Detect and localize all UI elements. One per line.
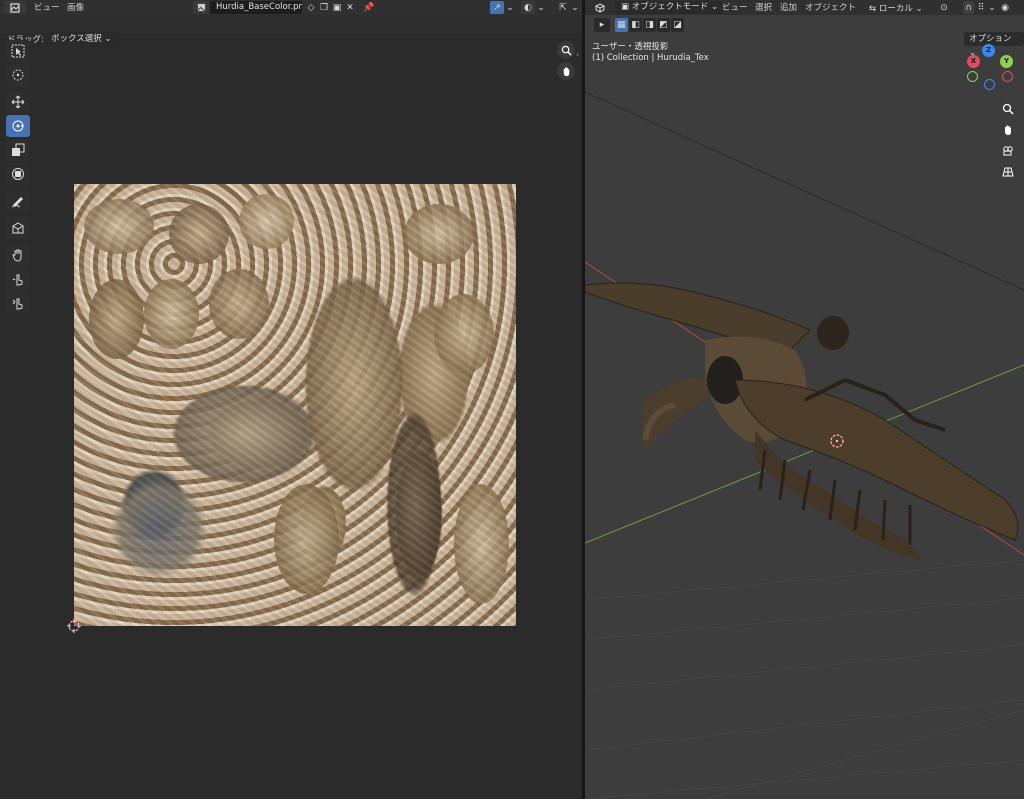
drag-mode-value: ボックス選択 [51, 34, 102, 44]
mode-select[interactable]: ▣ オブジェクトモード ⌄ [615, 1, 725, 14]
rotate-tool[interactable] [6, 115, 30, 137]
gizmo-toggle-icon[interactable]: ⇱ [556, 1, 570, 14]
display-overlays-icon[interactable]: ◐ [521, 1, 535, 14]
grab-tool[interactable] [6, 244, 30, 266]
pin-icon[interactable]: 📌 [362, 1, 376, 14]
fake-user-shield-icon[interactable]: ◇ [305, 1, 317, 14]
texture-image[interactable] [74, 184, 516, 626]
chevron-down-icon[interactable]: ⌄ [988, 1, 996, 14]
cursor-tool[interactable] [6, 64, 30, 86]
annotate-pencil-icon [11, 197, 23, 208]
menu-view[interactable]: ビュー [34, 2, 60, 14]
pivot-point-icon[interactable]: ⊙ [937, 1, 951, 14]
relax-finger-icon [12, 274, 23, 286]
rip-region-icon [12, 222, 24, 234]
drag-mode-select[interactable]: ボックス選択 ⌄ [45, 32, 118, 46]
move-icon [11, 95, 25, 109]
pan-button[interactable] [557, 62, 575, 80]
rip-region-tool[interactable] [6, 217, 30, 239]
menu-add[interactable]: 追加 [780, 2, 797, 14]
zoom-button[interactable] [557, 41, 575, 59]
gizmo-neg-y-axis[interactable] [967, 71, 978, 82]
scale-tool[interactable] [6, 139, 30, 161]
chevron-down-icon[interactable]: ⌄ [536, 1, 546, 14]
hand-pan-icon [563, 66, 569, 76]
options-label: オプション [969, 34, 1012, 44]
cursor-icon [12, 69, 24, 81]
grab-hand-icon [12, 249, 22, 262]
image-editor-icon [10, 2, 20, 13]
uv-sync-selection-icon[interactable]: ↗ [490, 1, 504, 14]
image-editor: ビュー 画像 Hurdia_BaseColor.png ◇ ❐ ▣ ✕ 📌 ↗ … [0, 0, 582, 799]
gizmo-neg-z-axis[interactable] [984, 79, 995, 90]
gizmo-x-axis[interactable]: X [967, 55, 980, 68]
move-tool[interactable] [6, 91, 30, 113]
view-projection-label: ユーザー・透視投影 [592, 42, 669, 52]
menu-object[interactable]: オブジェクト [805, 2, 856, 14]
2d-cursor-icon[interactable] [67, 619, 81, 633]
scale-icon [12, 143, 25, 156]
snap-magnet-icon[interactable]: ∩ [963, 1, 974, 14]
snap-grid-icon[interactable]: ⠿ [975, 1, 987, 14]
menu-select[interactable]: 選択 [755, 2, 772, 14]
select-intersect-icon[interactable]: ◪ [671, 18, 684, 32]
pan-button[interactable] [999, 121, 1017, 139]
perspective-toggle-button[interactable] [999, 163, 1017, 181]
duplicate-image-icon[interactable]: ❐ [318, 1, 330, 14]
mode-value: オブジェクトモード [631, 2, 709, 12]
chevron-down-icon[interactable]: ⌄ [570, 1, 580, 14]
image-browse-button[interactable] [193, 1, 209, 14]
tool-select-button[interactable]: ▸ [594, 18, 610, 32]
hurdia-model[interactable] [585, 282, 1019, 560]
zoom-button[interactable] [999, 100, 1017, 118]
3d-viewport[interactable]: ▣ オブジェクトモード ⌄ ビュー 選択 追加 オブジェクト ⇆ ローカル ⌄ … [585, 0, 1024, 799]
viewport-scene [585, 91, 1024, 799]
mode-select-icon: ▣ [621, 2, 632, 12]
hand-pan-icon [1005, 125, 1011, 135]
tool-settings-bar: ドラッグ: ボックス選択 ⌄ [0, 15, 582, 46]
viewport-header: ▣ オブジェクトモード ⌄ ビュー 選択 追加 オブジェクト ⇆ ローカル ⌄ … [585, 0, 1024, 15]
camera-view-button[interactable] [999, 142, 1017, 160]
collection-label: (1) Collection | Hurudia_Tex [592, 53, 709, 63]
gizmo-z-axis[interactable]: Z [982, 44, 995, 57]
menu-image[interactable]: 画像 [67, 2, 84, 14]
transform-icon [12, 168, 24, 180]
orientation-icon: ⇆ [869, 4, 879, 14]
select-new-icon[interactable]: ▦ [615, 18, 628, 32]
orientation-value: ローカル [878, 4, 913, 14]
image-editor-header: ビュー 画像 Hurdia_BaseColor.png ◇ ❐ ▣ ✕ 📌 ↗ … [0, 0, 582, 15]
gizmo-y-axis[interactable]: Y [1000, 55, 1013, 68]
transform-orientation-select[interactable]: ⇆ ローカル ⌄ [869, 2, 923, 14]
pinch-finger-icon [12, 298, 23, 310]
magnifier-zoom-icon [561, 45, 572, 56]
chevron-down-icon[interactable]: ⌄ [505, 1, 515, 14]
select-box-tool[interactable] [6, 40, 30, 62]
3d-viewport-icon [595, 2, 605, 13]
editor-type-button[interactable] [4, 1, 26, 14]
transform-tool[interactable] [6, 163, 30, 185]
menu-view[interactable]: ビュー [722, 2, 748, 14]
proportional-edit-icon[interactable]: ◉ [999, 1, 1011, 14]
select-box-icon [11, 44, 25, 58]
viewport-tool-header: ▸ ▦ ◧ ◨ ◩ ◪ オプション ⌄ [585, 15, 1024, 58]
annotate-tool[interactable] [6, 190, 30, 212]
select-subtract-icon[interactable]: ◨ [643, 18, 656, 32]
unlink-close-icon[interactable]: ✕ [344, 1, 356, 14]
select-extend-icon[interactable]: ◧ [629, 18, 642, 32]
camera-icon [1003, 146, 1013, 156]
pinch-tool[interactable] [6, 292, 30, 314]
editor-type-button[interactable] [591, 1, 609, 14]
new-image-icon[interactable]: ▣ [331, 1, 343, 14]
image-name-field[interactable]: Hurdia_BaseColor.png [210, 1, 302, 14]
sidebar-toggle-icon[interactable]: ‹ [576, 50, 579, 59]
rotate-icon [12, 120, 24, 132]
navigation-gizmo[interactable]: Z X Y [965, 44, 1021, 94]
magnifier-zoom-icon [1002, 103, 1014, 115]
relax-tool[interactable] [6, 268, 30, 290]
image-icon [197, 3, 205, 12]
select-invert-icon[interactable]: ◩ [657, 18, 670, 32]
gizmo-neg-x-axis[interactable] [1002, 71, 1013, 82]
grid-perspective-icon [1002, 167, 1014, 177]
